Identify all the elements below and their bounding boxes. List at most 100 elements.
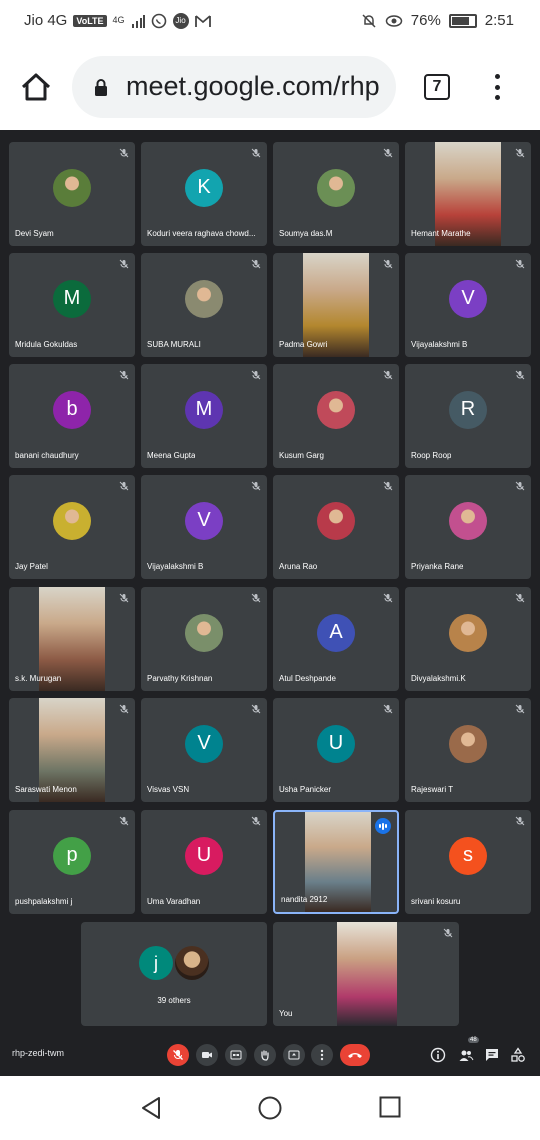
participant-tile[interactable]: Hemant Marathe <box>405 142 531 246</box>
signal-icon <box>131 14 145 28</box>
mic-off-icon <box>119 816 129 826</box>
participant-name: Uma Varadhan <box>147 897 201 906</box>
participant-tile[interactable]: V Vijayalakshmi B <box>405 253 531 357</box>
participant-tile[interactable]: Saraswati Menon <box>9 698 135 802</box>
mic-off-icon <box>383 704 393 714</box>
participant-name: Divyalakshmi.K <box>411 674 466 683</box>
end-call-button[interactable] <box>340 1044 370 1066</box>
participant-tile[interactable]: Soumya das.M <box>273 142 399 246</box>
participant-tile[interactable]: A Atul Deshpande <box>273 587 399 691</box>
activities-icon[interactable] <box>510 1047 526 1063</box>
participant-avatar: K <box>185 168 223 207</box>
participant-tile[interactable]: Jay Patel <box>9 475 135 579</box>
home-nav-icon[interactable] <box>258 1096 282 1120</box>
others-tile[interactable]: j 39 others <box>81 922 267 1026</box>
participant-photo-avatar <box>449 613 487 652</box>
participant-tile[interactable]: Parvathy Krishnan <box>141 587 267 691</box>
participant-tile[interactable]: V Vijayalakshmi B <box>141 475 267 579</box>
participant-name: Koduri veera raghava chowd... <box>147 229 256 238</box>
participant-tile[interactable]: b banani chaudhury <box>9 364 135 468</box>
mic-off-icon <box>119 370 129 380</box>
participant-name: banani chaudhury <box>15 451 79 460</box>
self-video <box>337 922 397 1026</box>
participant-avatar: V <box>185 501 223 540</box>
participant-name: Soumya das.M <box>279 229 333 238</box>
participant-tile[interactable]: s.k. Murugan <box>9 587 135 691</box>
participant-tile[interactable]: V Visvas VSN <box>141 698 267 802</box>
mic-toggle-button[interactable] <box>167 1044 189 1066</box>
people-icon[interactable] <box>458 1047 474 1063</box>
participant-photo-avatar <box>317 390 355 429</box>
home-icon[interactable] <box>20 72 52 102</box>
present-icon <box>288 1050 300 1060</box>
more-options-button[interactable] <box>311 1044 333 1066</box>
mic-off-icon <box>515 370 525 380</box>
participant-tile[interactable]: Rajeswari T <box>405 698 531 802</box>
participant-tile[interactable]: s srivani kosuru <box>405 810 531 914</box>
raise-hand-button[interactable] <box>254 1044 276 1066</box>
participant-name: s.k. Murugan <box>15 674 62 683</box>
participant-name: Visvas VSN <box>147 785 190 794</box>
participant-name: Devi Syam <box>15 229 54 238</box>
participant-tile[interactable]: M Mridula Gokuldas <box>9 253 135 357</box>
camera-toggle-button[interactable] <box>196 1044 218 1066</box>
recents-icon[interactable] <box>379 1096 401 1118</box>
jio-icon: Jio <box>172 12 189 29</box>
camera-icon <box>202 1052 212 1058</box>
mic-off-icon <box>251 259 261 269</box>
participant-tile[interactable]: M Meena Gupta <box>141 364 267 468</box>
participant-name: Rajeswari T <box>411 785 454 794</box>
participant-avatar: b <box>53 390 91 429</box>
mic-off-icon <box>119 481 129 491</box>
address-bar[interactable]: meet.google.com/rhp <box>72 56 396 118</box>
participant-avatar: U <box>317 724 355 763</box>
participant-avatar: V <box>449 279 487 318</box>
self-name: You <box>279 1009 293 1018</box>
clock: 2:51 <box>484 12 514 29</box>
mic-off-icon <box>251 481 261 491</box>
browser-menu-icon[interactable] <box>494 74 500 100</box>
url-text: meet.google.com/rhp <box>126 71 380 101</box>
mic-off-icon <box>251 148 261 158</box>
self-tile[interactable]: You <box>273 922 459 1026</box>
participant-avatar: s <box>449 836 487 875</box>
participant-name: Parvathy Krishnan <box>147 674 213 683</box>
mic-off-icon <box>515 481 525 491</box>
mic-off-icon <box>119 593 129 603</box>
participant-tile[interactable]: Divyalakshmi.K <box>405 587 531 691</box>
participant-photo-avatar <box>185 613 223 652</box>
hang-up-icon <box>348 1053 362 1058</box>
participant-name: Vijayalakshmi B <box>411 340 468 349</box>
participant-tile[interactable]: U Usha Panicker <box>273 698 399 802</box>
participant-tile[interactable]: K Koduri veera raghava chowd... <box>141 142 267 246</box>
meeting-info-icon[interactable] <box>430 1047 446 1063</box>
gmail-icon <box>194 14 211 27</box>
participant-tile[interactable]: U Uma Varadhan <box>141 810 267 914</box>
participant-tile[interactable]: Priyanka Rane <box>405 475 531 579</box>
participant-avatar: V <box>185 724 223 763</box>
participant-name: Mridula Gokuldas <box>15 340 78 349</box>
participant-tile[interactable]: Padma Gowri <box>273 253 399 357</box>
participant-tile[interactable]: nandita 2912 <box>273 810 399 914</box>
participant-tile[interactable]: SUBA MURALI <box>141 253 267 357</box>
participant-name: Saraswati Menon <box>15 785 77 794</box>
participant-tile[interactable]: R Roop Roop <box>405 364 531 468</box>
lock-icon <box>95 79 107 96</box>
chat-icon[interactable] <box>484 1047 500 1063</box>
captions-button[interactable] <box>225 1044 247 1066</box>
others-avatar: j <box>139 946 173 980</box>
mic-off-icon <box>119 704 129 714</box>
tab-switcher-button[interactable]: 7 <box>424 74 450 100</box>
participant-name: Priyanka Rane <box>411 562 464 571</box>
mic-off-icon <box>251 370 261 380</box>
hand-icon <box>261 1050 269 1061</box>
participant-tile[interactable]: Devi Syam <box>9 142 135 246</box>
participant-name: nandita 2912 <box>281 895 328 904</box>
participant-tile[interactable]: Aruna Rao <box>273 475 399 579</box>
participant-tile[interactable]: p pushpalakshmi j <box>9 810 135 914</box>
mic-off-icon <box>119 259 129 269</box>
present-button[interactable] <box>283 1044 305 1066</box>
participant-tile[interactable]: Kusum Garg <box>273 364 399 468</box>
participant-avatar: A <box>317 613 355 652</box>
back-icon[interactable] <box>140 1096 162 1120</box>
